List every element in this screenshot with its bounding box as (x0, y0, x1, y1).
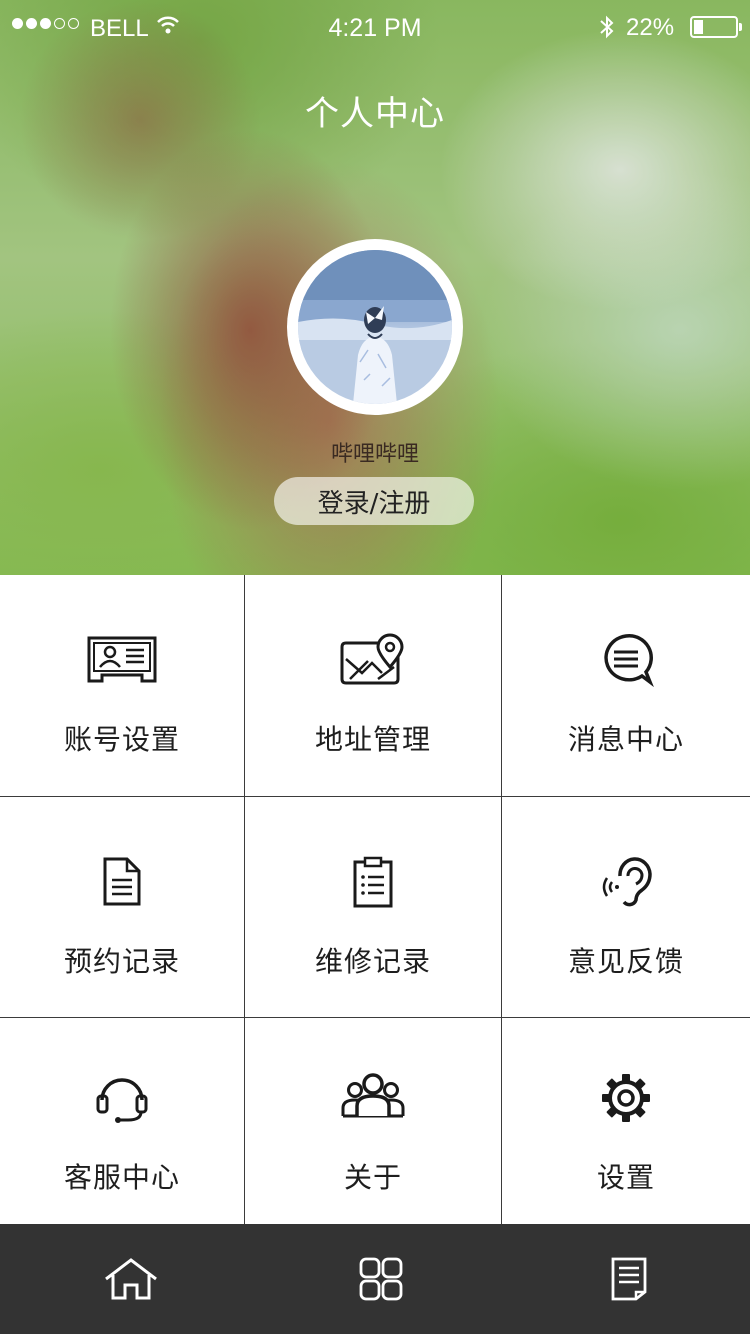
battery-percent: 22% (626, 14, 675, 41)
menu-item-label: 地址管理 (314, 723, 431, 756)
grid-icon (359, 1257, 403, 1305)
menu-item-customer-service[interactable]: 客服中心 (0, 1018, 244, 1224)
menu-item-label: 客服中心 (63, 1161, 180, 1194)
message-bubble-icon (586, 630, 666, 690)
menu-item-label: 设置 (596, 1161, 655, 1194)
group-icon (333, 1068, 413, 1128)
id-card-icon (82, 630, 162, 690)
avatar[interactable] (287, 239, 463, 415)
list-document-icon (610, 1256, 648, 1306)
battery-icon (690, 16, 742, 38)
menu-item-label: 预约记录 (63, 945, 180, 978)
tab-categories[interactable] (351, 1254, 411, 1308)
menu-item-label: 账号设置 (63, 723, 180, 756)
menu-item-settings[interactable]: 设置 (502, 1018, 750, 1224)
login-register-button[interactable]: 登录/注册 (274, 477, 474, 525)
menu-item-message-center[interactable]: 消息中心 (502, 575, 750, 796)
menu-item-label: 消息中心 (567, 723, 684, 756)
menu-item-account-settings[interactable]: 账号设置 (0, 575, 244, 796)
menu-grid: 账号设置 地址管理 消息中心 预约记录 维修记录 意见反馈 客服中心 关于 设置 (0, 575, 750, 1224)
gear-icon (586, 1068, 666, 1128)
avatar-image (298, 250, 452, 404)
menu-item-address-management[interactable]: 地址管理 (245, 575, 501, 796)
menu-item-label: 维修记录 (314, 945, 431, 978)
battery-level (694, 20, 703, 34)
ear-icon (586, 852, 666, 912)
map-pin-icon (333, 630, 413, 690)
menu-item-feedback[interactable]: 意见反馈 (502, 797, 750, 1017)
menu-item-about[interactable]: 关于 (245, 1018, 501, 1224)
status-bar: BELL 4:21 PM 22% (0, 0, 750, 54)
clipboard-icon (333, 852, 413, 912)
menu-item-label: 关于 (343, 1161, 402, 1194)
headset-icon (82, 1068, 162, 1128)
menu-item-repair-records[interactable]: 维修记录 (245, 797, 501, 1017)
tab-records[interactable] (599, 1254, 659, 1308)
profile-header: BELL 4:21 PM 22% 个人中心 哔哩哔哩 登录/注册 (0, 0, 750, 575)
home-icon (103, 1257, 159, 1305)
bluetooth-icon (598, 14, 616, 47)
tab-home[interactable] (101, 1254, 161, 1308)
page-title: 个人中心 (305, 94, 445, 134)
bottom-tab-bar (0, 1224, 750, 1334)
document-icon (82, 852, 162, 912)
menu-item-label: 意见反馈 (567, 945, 684, 978)
menu-item-appointment-records[interactable]: 预约记录 (0, 797, 244, 1017)
username: 哔哩哔哩 (330, 442, 419, 467)
